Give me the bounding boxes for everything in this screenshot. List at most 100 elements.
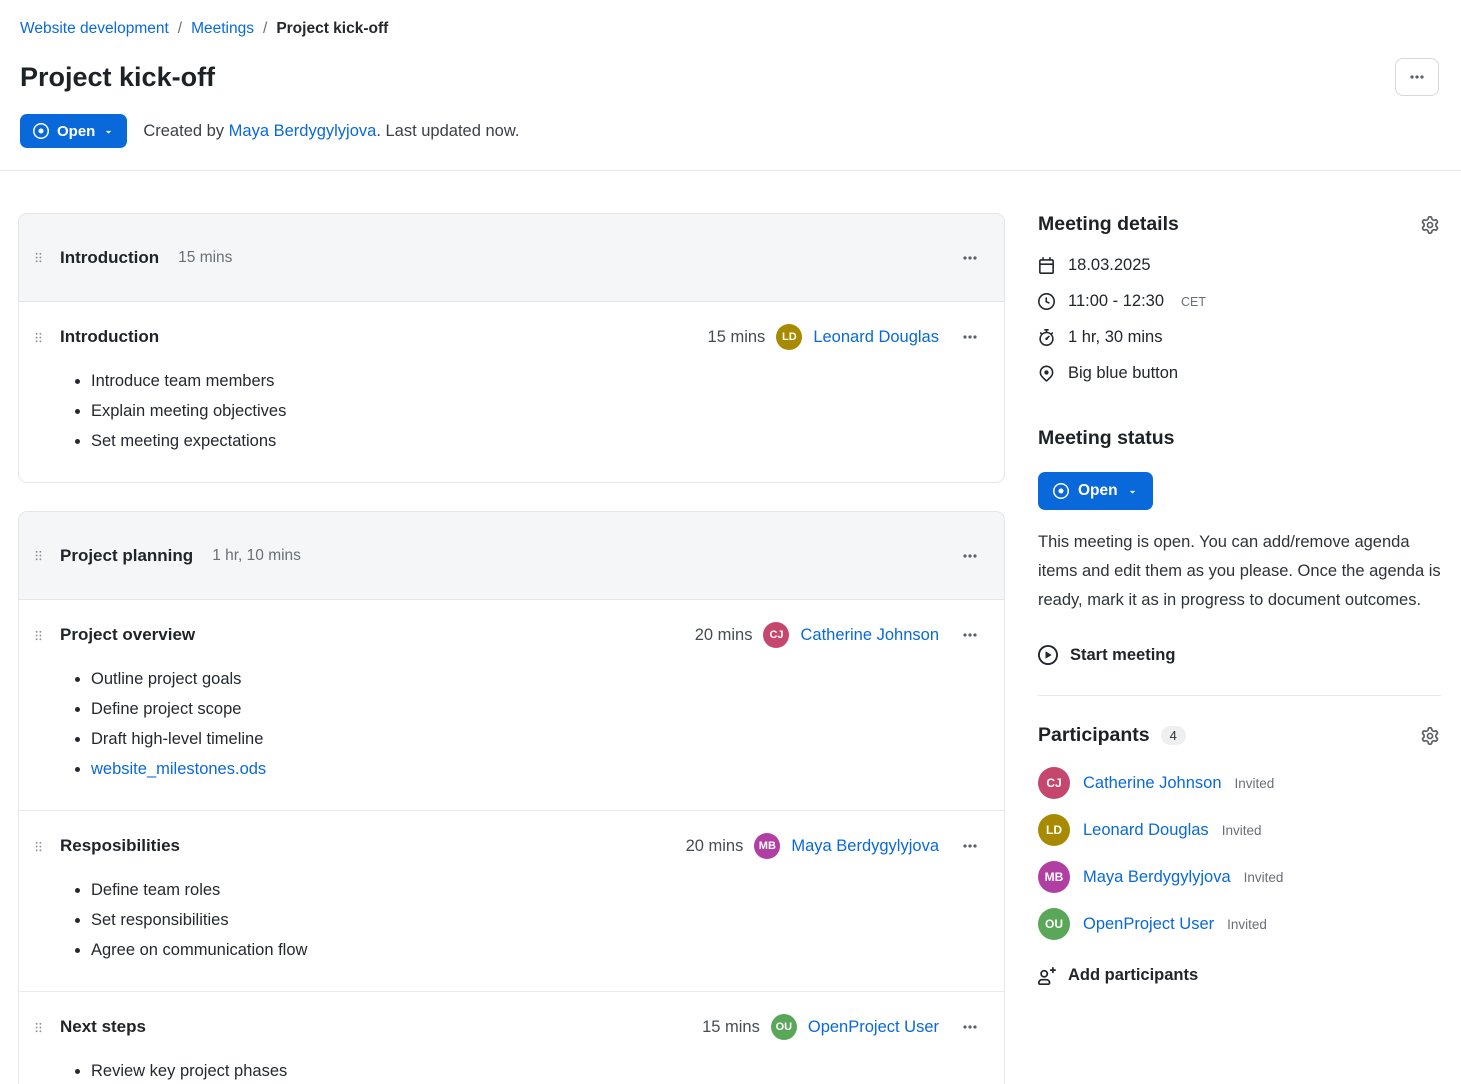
- drag-handle-icon[interactable]: [31, 628, 46, 643]
- section-header: Project planning 1 hr, 10 mins: [19, 512, 1004, 600]
- note-item: Define team roles: [91, 875, 982, 905]
- agenda-item: Project overview 20 mins CJ Catherine Jo…: [19, 600, 1004, 810]
- kebab-icon: [962, 548, 978, 564]
- meeting-details-header: Meeting details: [1038, 213, 1441, 236]
- breadcrumb-current: Project kick-off: [276, 20, 388, 38]
- kebab-icon: [962, 627, 978, 643]
- drag-handle-icon[interactable]: [31, 1020, 46, 1035]
- agenda-item-notes: Review key project phases: [31, 1056, 982, 1084]
- page-title: Project kick-off: [20, 62, 215, 93]
- participant-link[interactable]: OpenProject User: [1083, 915, 1214, 934]
- agenda-item: Resposibilities 20 mins MB Maya Berdygyl…: [19, 810, 1004, 991]
- meeting-status-description: This meeting is open. You can add/remove…: [1038, 528, 1441, 615]
- add-participants-button[interactable]: Add participants: [1038, 966, 1198, 985]
- avatar: OU: [1038, 908, 1070, 940]
- meeting-time-row: 11:00 - 12:30 CET: [1038, 292, 1441, 311]
- section-title: Introduction: [60, 248, 159, 268]
- note-item: Introduce team members: [91, 366, 982, 396]
- meeting-duration-row: 1 hr, 30 mins: [1038, 328, 1441, 347]
- participant-row: LD Leonard Douglas Invited: [1038, 814, 1441, 846]
- section-more-button[interactable]: [958, 544, 982, 568]
- drag-handle-icon[interactable]: [31, 548, 46, 563]
- participant-status: Invited: [1244, 870, 1284, 885]
- agenda-item-notes: Introduce team members Explain meeting o…: [31, 366, 982, 456]
- breadcrumb-link-meetings[interactable]: Meetings: [191, 20, 254, 38]
- calendar-icon: [1038, 257, 1055, 274]
- agenda-item-duration: 20 mins: [695, 626, 753, 645]
- section-title: Project planning: [60, 546, 193, 566]
- drag-handle-icon[interactable]: [31, 839, 46, 854]
- agenda-item-notes: Define team roles Set responsibilities A…: [31, 875, 982, 965]
- breadcrumb-separator: /: [263, 20, 267, 38]
- meeting-page: Website development / Meetings / Project…: [0, 0, 1461, 1084]
- presenter-link[interactable]: Maya Berdygylyjova: [791, 837, 939, 856]
- participant-status: Invited: [1235, 776, 1275, 791]
- add-participants-label: Add participants: [1068, 966, 1198, 985]
- breadcrumb-link-project[interactable]: Website development: [20, 20, 169, 38]
- participants-settings-button[interactable]: [1419, 725, 1441, 747]
- note-item: Explain meeting objectives: [91, 396, 982, 426]
- item-more-button[interactable]: [958, 1015, 982, 1039]
- section-more-button[interactable]: [958, 246, 982, 270]
- sidebar-status-dropdown[interactable]: Open: [1038, 472, 1153, 510]
- avatar: CJ: [763, 622, 789, 648]
- participants-header: Participants 4: [1038, 724, 1441, 747]
- sidebar-divider: [1038, 695, 1441, 696]
- breadcrumb-separator: /: [178, 20, 182, 38]
- note-item: Draft high-level timeline: [91, 724, 982, 754]
- participant-link[interactable]: Catherine Johnson: [1083, 774, 1222, 793]
- presenter-link[interactable]: OpenProject User: [808, 1018, 939, 1037]
- participant-status: Invited: [1222, 823, 1262, 838]
- agenda-item: Introduction 15 mins LD Leonard Douglas …: [19, 302, 1004, 482]
- start-meeting-button[interactable]: Start meeting: [1038, 645, 1175, 665]
- meeting-date: 18.03.2025: [1068, 256, 1151, 275]
- meeting-details-settings-button[interactable]: [1419, 214, 1441, 236]
- participant-link[interactable]: Leonard Douglas: [1083, 821, 1209, 840]
- person-add-icon: [1038, 967, 1056, 985]
- meeting-status-dropdown[interactable]: Open: [20, 114, 127, 148]
- stopwatch-icon: [1038, 329, 1055, 346]
- created-by-suffix: . Last updated now.: [376, 122, 519, 140]
- kebab-icon: [962, 838, 978, 854]
- clock-icon: [1038, 293, 1055, 310]
- meeting-status-title: Meeting status: [1038, 427, 1441, 450]
- author-link[interactable]: Maya Berdygylyjova: [229, 122, 377, 140]
- agenda-item-title: Resposibilities: [60, 836, 180, 856]
- participant-row: CJ Catherine Johnson Invited: [1038, 767, 1441, 799]
- section-body: Project overview 20 mins CJ Catherine Jo…: [19, 600, 1004, 1084]
- item-more-button[interactable]: [958, 623, 982, 647]
- meeting-details-title: Meeting details: [1038, 213, 1179, 236]
- content: Introduction 15 mins Introduction 15 min…: [0, 171, 1461, 1084]
- participants-count-badge: 4: [1161, 726, 1186, 745]
- drag-handle-icon[interactable]: [31, 250, 46, 265]
- status-label: Open: [1078, 482, 1118, 500]
- breadcrumb: Website development / Meetings / Project…: [20, 20, 1439, 38]
- circle-dot-icon: [33, 123, 49, 139]
- agenda-item-duration: 15 mins: [702, 1018, 760, 1037]
- note-item: Set meeting expectations: [91, 426, 982, 456]
- meeting-duration: 1 hr, 30 mins: [1068, 328, 1162, 347]
- meeting-date-row: 18.03.2025: [1038, 256, 1441, 275]
- agenda-item-duration: 20 mins: [686, 837, 744, 856]
- presenter-link[interactable]: Leonard Douglas: [813, 328, 939, 347]
- play-icon: [1038, 645, 1058, 665]
- agenda-item-title: Project overview: [60, 625, 195, 645]
- item-more-button[interactable]: [958, 834, 982, 858]
- note-item: Agree on communication flow: [91, 935, 982, 965]
- agenda-item-title: Introduction: [60, 327, 159, 347]
- participants-title: Participants: [1038, 724, 1150, 747]
- note-item: Define project scope: [91, 694, 982, 724]
- participant-link[interactable]: Maya Berdygylyjova: [1083, 868, 1231, 887]
- drag-handle-icon[interactable]: [31, 330, 46, 345]
- kebab-icon: [962, 1019, 978, 1035]
- created-by-prefix: Created by: [143, 122, 224, 140]
- page-more-button[interactable]: [1395, 58, 1439, 96]
- caret-down-icon: [103, 126, 114, 137]
- agenda-section-introduction: Introduction 15 mins Introduction 15 min…: [18, 213, 1005, 483]
- attachment-link[interactable]: website_milestones.ods: [91, 760, 266, 778]
- avatar: OU: [771, 1014, 797, 1040]
- presenter-link[interactable]: Catherine Johnson: [800, 626, 939, 645]
- kebab-icon: [962, 250, 978, 266]
- item-more-button[interactable]: [958, 325, 982, 349]
- page-header: Website development / Meetings / Project…: [0, 0, 1461, 170]
